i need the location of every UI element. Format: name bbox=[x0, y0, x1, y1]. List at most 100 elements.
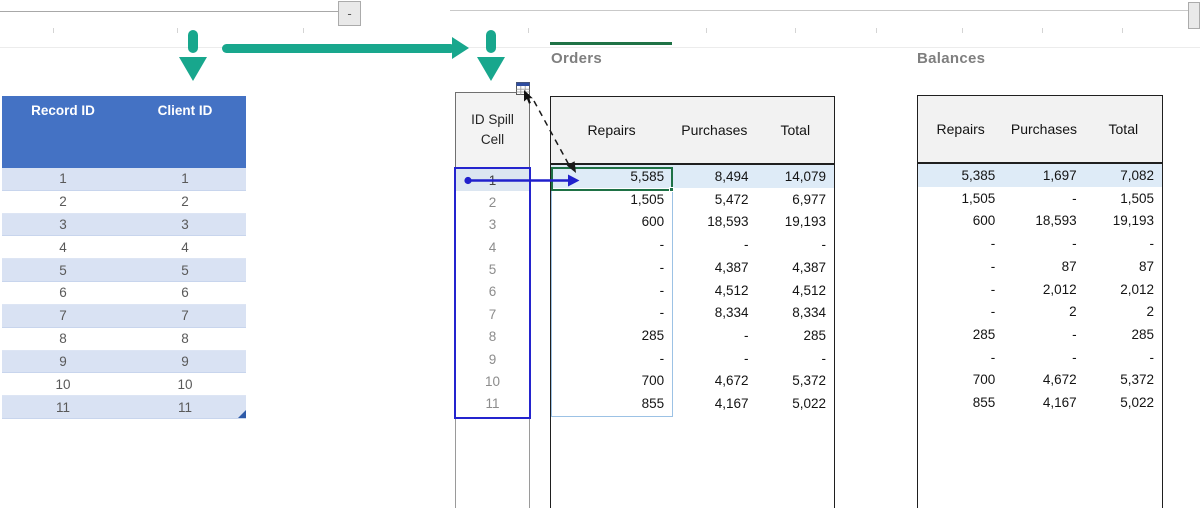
table-row[interactable]: 1,505-1,505 bbox=[918, 187, 1162, 210]
table-cell[interactable]: 4,512 bbox=[757, 279, 834, 302]
table-row[interactable]: 33 bbox=[2, 213, 246, 237]
table-cell[interactable]: - bbox=[1003, 323, 1084, 346]
table-cell[interactable]: 9 bbox=[124, 351, 246, 373]
table-cell[interactable]: 18,593 bbox=[1003, 209, 1084, 232]
table-cell[interactable]: 1,697 bbox=[1003, 164, 1084, 187]
table-row[interactable]: 7 bbox=[456, 303, 529, 325]
table-cell[interactable]: 4 bbox=[124, 236, 246, 258]
table-row[interactable]: 88 bbox=[2, 328, 246, 351]
table-cell[interactable]: 700 bbox=[551, 370, 672, 393]
table-cell[interactable]: 7 bbox=[456, 303, 529, 325]
table-row[interactable]: 10 bbox=[456, 370, 529, 392]
table-cell[interactable]: 7 bbox=[124, 305, 246, 327]
table-row[interactable]: -22 bbox=[918, 300, 1162, 323]
table-cell[interactable]: - bbox=[1085, 346, 1162, 369]
table-row[interactable]: 855 4,167 5,022 bbox=[551, 392, 834, 415]
table-cell[interactable]: 9 bbox=[456, 348, 529, 370]
table-cell[interactable]: 11 bbox=[124, 396, 246, 418]
table-cell[interactable]: 700 bbox=[918, 369, 1003, 392]
table-cell[interactable]: 19,193 bbox=[757, 210, 834, 233]
table-cell[interactable]: 5,472 bbox=[672, 188, 756, 211]
table-row[interactable]: 1,505 5,472 6,977 bbox=[551, 188, 834, 211]
table-cell[interactable]: - bbox=[672, 324, 756, 347]
table-cell[interactable]: - bbox=[672, 233, 756, 256]
table-cell[interactable]: 2 bbox=[1085, 300, 1162, 323]
table-cell[interactable]: 6 bbox=[124, 282, 246, 304]
collapse-group-button[interactable]: - bbox=[338, 1, 361, 26]
table-row[interactable]: -8,334 8,334 bbox=[551, 301, 834, 324]
table-resize-handle[interactable] bbox=[238, 410, 246, 418]
table-row[interactable]: 3 bbox=[456, 214, 529, 236]
table-row[interactable]: 11 bbox=[2, 168, 246, 191]
table-cell[interactable]: 18,593 bbox=[672, 210, 756, 233]
table-row[interactable]: 600 18,593 19,193 bbox=[918, 209, 1162, 232]
table-row[interactable]: 99 bbox=[2, 350, 246, 374]
table-cell[interactable]: 5,372 bbox=[757, 370, 834, 393]
table-cell[interactable]: 7 bbox=[2, 305, 124, 327]
table-cell[interactable]: 1 bbox=[2, 168, 124, 190]
table-cell[interactable]: 4,672 bbox=[672, 370, 756, 393]
table-cell[interactable]: - bbox=[551, 347, 672, 370]
table-row[interactable]: 4 bbox=[456, 236, 529, 258]
table-cell[interactable]: 6 bbox=[2, 282, 124, 304]
table-cell[interactable]: 3 bbox=[124, 214, 246, 236]
table-cell[interactable]: 1,505 bbox=[918, 187, 1003, 210]
table-cell[interactable]: 600 bbox=[918, 209, 1003, 232]
id-spill-column-empty[interactable] bbox=[455, 417, 530, 508]
table-cell[interactable]: 855 bbox=[551, 392, 672, 415]
table-row[interactable]: 11 bbox=[456, 393, 529, 415]
table-cell[interactable]: - bbox=[757, 233, 834, 256]
table-row[interactable]: 66 bbox=[2, 282, 246, 305]
table-cell[interactable]: 10 bbox=[124, 373, 246, 395]
table-cell[interactable]: 5 bbox=[124, 259, 246, 281]
table-cell[interactable]: 5,022 bbox=[757, 392, 834, 415]
table-cell[interactable]: 1,505 bbox=[551, 188, 672, 211]
table-cell[interactable]: - bbox=[551, 233, 672, 256]
table-cell[interactable]: 2,012 bbox=[1003, 278, 1084, 301]
table-cell[interactable]: 87 bbox=[1085, 255, 1162, 278]
table-cell[interactable]: 8,334 bbox=[672, 301, 756, 324]
table-cell[interactable]: - bbox=[672, 347, 756, 370]
table-row[interactable]: 285-285 bbox=[551, 324, 834, 347]
table-cell[interactable]: - bbox=[918, 255, 1003, 278]
selected-cell-outline[interactable] bbox=[551, 167, 674, 192]
table-row[interactable]: 855 4,167 5,022 bbox=[918, 391, 1162, 414]
table-row[interactable]: 600 18,593 19,193 bbox=[551, 210, 834, 233]
table-cell[interactable]: 8,334 bbox=[757, 301, 834, 324]
table-row[interactable]: 5,385 1,697 7,082 bbox=[918, 164, 1162, 187]
table-cell[interactable]: 11 bbox=[2, 396, 124, 418]
table-cell[interactable]: 285 bbox=[551, 324, 672, 347]
table-cell[interactable]: 8,494 bbox=[672, 165, 756, 188]
table-row[interactable]: 44 bbox=[2, 236, 246, 260]
table-cell[interactable]: 5,385 bbox=[918, 164, 1003, 187]
table-cell[interactable]: 87 bbox=[1003, 255, 1084, 278]
table-cell[interactable]: 2 bbox=[456, 191, 529, 213]
table-cell[interactable]: 3 bbox=[2, 214, 124, 236]
table-row[interactable]: --- bbox=[551, 233, 834, 256]
table-row[interactable]: 9 bbox=[456, 348, 529, 370]
table-cell[interactable]: - bbox=[1003, 346, 1084, 369]
table-row[interactable]: 1 bbox=[456, 169, 529, 192]
table-row[interactable]: --- bbox=[918, 346, 1162, 369]
table-cell[interactable]: 4,512 bbox=[672, 279, 756, 302]
table-row[interactable]: 700 4,672 5,372 bbox=[551, 370, 834, 393]
table-row[interactable]: -87 87 bbox=[918, 255, 1162, 278]
fill-handle[interactable] bbox=[669, 187, 674, 192]
table-row[interactable]: --- bbox=[551, 347, 834, 370]
table-cell[interactable]: 1 bbox=[456, 169, 529, 191]
table-cell[interactable]: - bbox=[1003, 187, 1084, 210]
collapse-group-button-partial[interactable] bbox=[1188, 2, 1200, 29]
table-cell[interactable]: 4,167 bbox=[672, 392, 756, 415]
table-cell[interactable]: 4,387 bbox=[757, 256, 834, 279]
table-cell[interactable]: - bbox=[918, 278, 1003, 301]
table-row[interactable]: 11 11 bbox=[2, 396, 246, 419]
table-cell[interactable]: - bbox=[551, 279, 672, 302]
table-row[interactable]: 285-285 bbox=[918, 323, 1162, 346]
table-cell[interactable]: 285 bbox=[1085, 323, 1162, 346]
table-cell[interactable]: 11 bbox=[456, 393, 529, 415]
table-cell[interactable]: 8 bbox=[2, 328, 124, 350]
table-cell[interactable]: 2 bbox=[1003, 300, 1084, 323]
table-row[interactable]: 5 bbox=[456, 258, 529, 280]
table-cell[interactable]: - bbox=[1003, 232, 1084, 255]
table-cell[interactable]: 600 bbox=[551, 210, 672, 233]
